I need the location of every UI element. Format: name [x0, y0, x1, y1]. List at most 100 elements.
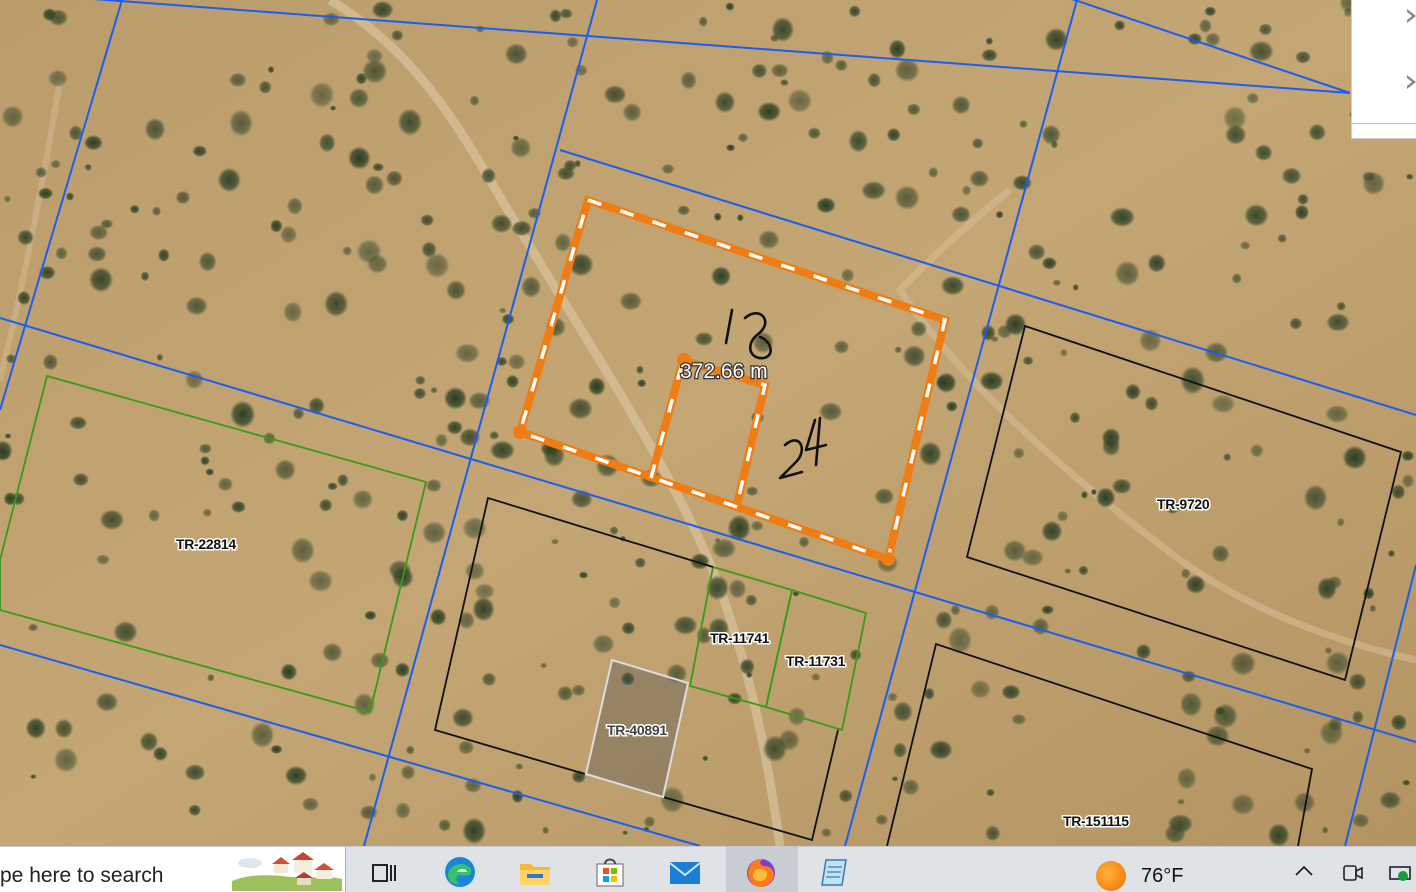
bush	[270, 219, 283, 233]
bush	[207, 673, 215, 682]
bush	[758, 229, 780, 250]
bush	[481, 672, 497, 687]
bush	[88, 266, 114, 293]
bush	[1090, 488, 1097, 496]
bush	[368, 772, 377, 782]
bush	[750, 520, 764, 532]
bush	[1020, 548, 1045, 567]
sun-icon[interactable]	[1096, 861, 1126, 891]
bush	[1369, 604, 1377, 613]
bush	[1295, 50, 1312, 64]
bush	[622, 830, 629, 836]
bush	[1336, 301, 1347, 311]
bush	[551, 538, 559, 545]
bush	[751, 63, 768, 79]
bush	[838, 789, 853, 803]
bush	[498, 307, 507, 314]
bush	[391, 29, 404, 41]
bush	[1294, 204, 1310, 221]
bush	[821, 827, 832, 838]
bush	[435, 433, 448, 448]
bush	[42, 353, 59, 371]
bush	[1056, 510, 1069, 522]
bush	[1230, 793, 1256, 816]
bush	[157, 248, 170, 262]
bush	[53, 747, 79, 773]
expand-chevron-right-icon[interactable]	[1404, 5, 1416, 27]
bush	[985, 37, 994, 46]
bush	[714, 91, 736, 114]
mail-icon[interactable]	[668, 855, 702, 889]
bush	[228, 72, 247, 88]
bush	[1379, 791, 1402, 810]
bush	[489, 440, 516, 461]
bush	[1078, 565, 1089, 576]
meet-now-icon[interactable]	[1341, 863, 1365, 883]
edge-icon[interactable]	[443, 855, 477, 889]
bush	[549, 9, 562, 23]
bush	[48, 9, 69, 27]
bush	[99, 509, 125, 531]
bush	[307, 569, 334, 593]
bush	[1072, 283, 1079, 291]
bush	[961, 185, 972, 196]
bush	[1303, 484, 1328, 512]
bush	[714, 537, 721, 543]
battery-icon[interactable]	[1388, 863, 1416, 883]
bush	[202, 508, 213, 517]
bush	[702, 755, 709, 762]
bush	[725, 144, 736, 152]
notepad-icon[interactable]	[818, 855, 852, 889]
chevron-up-icon[interactable]	[1292, 863, 1316, 879]
search-highlight-image	[232, 852, 342, 891]
bush	[54, 718, 74, 739]
bush	[893, 742, 907, 759]
bush	[1281, 167, 1302, 185]
bush	[515, 763, 524, 770]
bush	[643, 815, 656, 828]
bush	[849, 648, 862, 661]
bush	[230, 500, 246, 513]
bush	[385, 170, 403, 187]
bush	[1390, 713, 1408, 731]
bush	[833, 340, 850, 354]
bush	[369, 651, 390, 669]
task-view-icon[interactable]	[368, 855, 402, 889]
taskbar-search-box[interactable]: pe here to search	[0, 847, 346, 892]
bush	[725, 2, 735, 11]
bush	[891, 776, 899, 782]
bush	[694, 331, 714, 347]
bush	[188, 804, 202, 817]
bush	[780, 79, 789, 87]
bush	[1109, 207, 1136, 228]
bush	[65, 192, 75, 201]
bush	[364, 175, 385, 195]
bush	[35, 166, 48, 178]
bush	[567, 397, 594, 420]
bush	[778, 729, 800, 752]
bush	[192, 145, 208, 158]
file-explorer-icon[interactable]	[518, 855, 552, 889]
bush	[1327, 575, 1343, 590]
bush	[229, 109, 253, 137]
bush	[928, 739, 953, 760]
bush	[867, 72, 882, 88]
bush	[469, 95, 480, 107]
bush	[1405, 173, 1414, 180]
expand-chevron-right-icon-2[interactable]	[1404, 71, 1416, 93]
bush	[840, 268, 855, 283]
map-canvas[interactable]: 18 24 372.66 m TR-22814 TR-11741 TR-1173…	[0, 0, 1416, 846]
parcel-label-tr-11741: TR-11741	[710, 630, 770, 646]
bush	[371, 0, 394, 19]
bush	[83, 134, 103, 151]
weather-temperature[interactable]: 76°F	[1141, 865, 1183, 888]
firefox-icon[interactable]	[744, 855, 778, 889]
microsoft-store-icon[interactable]	[593, 855, 627, 889]
bush	[888, 39, 907, 59]
bush	[430, 386, 438, 394]
bush	[84, 163, 92, 171]
bush	[894, 58, 920, 83]
bush	[1342, 445, 1367, 470]
bush	[394, 662, 411, 678]
bush	[27, 623, 39, 632]
